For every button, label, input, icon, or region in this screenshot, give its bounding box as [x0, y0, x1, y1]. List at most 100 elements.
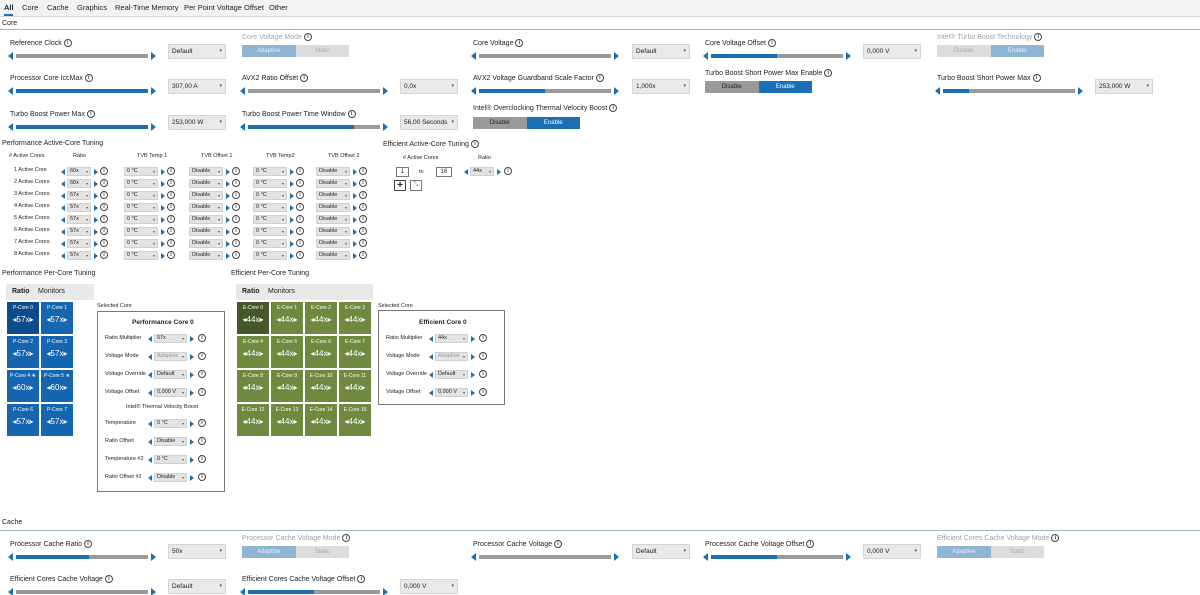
increase-arrow-icon[interactable] [190, 390, 194, 396]
core-field-select[interactable]: 0 °C ▾ [154, 419, 187, 428]
info-icon[interactable]: i [167, 191, 175, 199]
decrease-arrow-icon[interactable] [148, 354, 152, 360]
eff-cache-voltage-select[interactable]: Default ▾ [168, 579, 226, 594]
core-tile[interactable]: E-Core 6 ◂44x▸ [305, 336, 337, 368]
info-icon[interactable]: i [296, 191, 304, 199]
info-icon[interactable]: i [554, 540, 562, 548]
core-voltage-offset-slider[interactable] [703, 52, 851, 60]
core-tile[interactable]: E-Core 12 ◂44x▸ [237, 404, 269, 436]
reference-clock-slider[interactable] [8, 52, 156, 60]
avx2-ratio-offset-select[interactable]: 0,0x ▾ [400, 79, 458, 94]
increase-arrow-icon[interactable] [353, 169, 357, 175]
ratio-select[interactable]: 57x ▾ [67, 227, 91, 236]
tvb-offset1-select[interactable]: Disable ▾ [189, 179, 223, 188]
core-field-select[interactable]: Default ▾ [435, 370, 468, 379]
info-icon[interactable]: i [86, 110, 95, 118]
core-tile[interactable]: E-Core 11 ◂44x▸ [339, 370, 371, 402]
info-icon[interactable]: i [595, 74, 604, 82]
core-tile[interactable]: E-Core 13 ◂44x▸ [271, 404, 303, 436]
info-icon[interactable]: i [479, 334, 487, 342]
core-tile[interactable]: E-Core 1 ◂44x▸ [271, 302, 303, 334]
core-tile[interactable]: E-Core 2 ◂44x▸ [305, 302, 337, 334]
increase-arrow-icon[interactable] [290, 205, 294, 211]
info-icon[interactable]: i [83, 540, 92, 548]
tvb-offset2-select[interactable]: Disable ▾ [316, 239, 350, 248]
info-icon[interactable]: i [84, 74, 93, 82]
core-field-select[interactable]: Adaptive ▾ [435, 352, 468, 361]
increase-arrow-icon[interactable] [471, 390, 475, 396]
info-icon[interactable]: i [359, 251, 367, 259]
core-field-select[interactable]: 0,000 V ▾ [435, 388, 468, 397]
increase-arrow-icon[interactable] [353, 217, 357, 223]
ratio-select[interactable]: 57x ▾ [67, 239, 91, 248]
increase-arrow-icon[interactable] [471, 354, 475, 360]
info-icon[interactable]: i [167, 251, 175, 259]
info-icon[interactable]: i [359, 215, 367, 223]
tvb-offset1-select[interactable]: Disable ▾ [189, 203, 223, 212]
info-icon[interactable]: i [167, 167, 175, 175]
tvb-offset2-select[interactable]: Disable ▾ [316, 203, 350, 212]
info-icon[interactable]: i [232, 167, 240, 175]
decrease-arrow-icon[interactable] [148, 421, 152, 427]
tvb-offset2-select[interactable]: Disable ▾ [316, 179, 350, 188]
info-icon[interactable]: i [504, 167, 512, 175]
turbo-short-max-select[interactable]: 253,000 W ▾ [1095, 79, 1153, 94]
core-tile[interactable]: E-Core 10 ◂44x▸ [305, 370, 337, 402]
core-tile[interactable]: P-Core 7 ◂57x▸ [41, 404, 73, 436]
tvb-temp1-select[interactable]: 0 °C ▾ [124, 215, 158, 224]
info-icon[interactable]: i [232, 203, 240, 211]
tvb-offset2-select[interactable]: Disable ▾ [316, 227, 350, 236]
info-icon[interactable]: i [198, 473, 206, 481]
increase-arrow-icon[interactable] [94, 169, 98, 175]
tvb-offset1-select[interactable]: Disable ▾ [189, 227, 223, 236]
core-tile[interactable]: P-Core 1 ◂57x▸ [41, 302, 73, 334]
info-icon[interactable]: i [1032, 74, 1041, 82]
ratio-select[interactable]: 57x ▾ [67, 191, 91, 200]
increase-arrow-icon[interactable] [226, 169, 230, 175]
adaptive-option[interactable]: Adaptive [242, 45, 296, 57]
disable-option[interactable]: Disable [705, 81, 759, 93]
turbo-short-max-slider[interactable] [935, 87, 1083, 95]
tab-per-point-voltage-offset[interactable]: Per Point Voltage Offset [184, 3, 264, 12]
increase-arrow-icon[interactable] [94, 205, 98, 211]
increase-arrow-icon[interactable] [161, 253, 165, 259]
info-icon[interactable]: i [63, 39, 72, 47]
tab-ratio[interactable]: Ratio [12, 288, 30, 295]
adaptive-option[interactable]: Adaptive [242, 546, 296, 558]
tab-all[interactable]: All [4, 3, 14, 12]
info-icon[interactable]: i [232, 239, 240, 247]
core-tile[interactable]: P-Core 3 ◂57x▸ [41, 336, 73, 368]
info-icon[interactable]: i [347, 110, 356, 118]
ratio-select[interactable]: 57x ▾ [67, 203, 91, 212]
info-icon[interactable]: i [515, 39, 524, 47]
increase-arrow-icon[interactable] [290, 253, 294, 259]
turbo-boost-tech-toggle[interactable]: Disable Enable [937, 45, 1044, 57]
info-icon[interactable]: i [232, 227, 240, 235]
increase-arrow-icon[interactable] [190, 372, 194, 378]
tvb-temp2-select[interactable]: 0 °C ▾ [253, 251, 287, 260]
core-field-select[interactable]: 57x ▾ [154, 334, 187, 343]
tvb-temp1-select[interactable]: 0 °C ▾ [124, 251, 158, 260]
turbo-short-enable-toggle[interactable]: Disable Enable [705, 81, 812, 93]
info-icon[interactable]: i [300, 74, 309, 82]
tvb-temp1-select[interactable]: 0 °C ▾ [124, 239, 158, 248]
info-icon[interactable]: i [342, 534, 351, 542]
decrease-arrow-icon[interactable] [148, 372, 152, 378]
tvb-offset2-select[interactable]: Disable ▾ [316, 191, 350, 200]
increase-arrow-icon[interactable] [190, 439, 194, 445]
info-icon[interactable]: i [100, 203, 108, 211]
increase-arrow-icon[interactable] [226, 205, 230, 211]
info-icon[interactable]: i [100, 227, 108, 235]
cache-voltage-offset-select[interactable]: 0,000 V ▾ [863, 544, 921, 559]
cache-voltage-slider[interactable] [471, 553, 619, 561]
decrease-arrow-icon[interactable] [61, 205, 65, 211]
core-voltage-select[interactable]: Default ▾ [632, 44, 690, 59]
core-tile[interactable]: P-Core 5 ★ ◂60x▸ [41, 370, 73, 402]
info-icon[interactable]: i [479, 352, 487, 360]
core-tile[interactable]: E-Core 15 ◂44x▸ [339, 404, 371, 436]
increase-arrow-icon[interactable] [190, 475, 194, 481]
core-tile[interactable]: E-Core 5 ◂44x▸ [271, 336, 303, 368]
eff-range-from-input[interactable]: 1 [396, 167, 409, 177]
eff-cache-voltage-slider[interactable] [8, 588, 156, 595]
increase-arrow-icon[interactable] [161, 241, 165, 247]
